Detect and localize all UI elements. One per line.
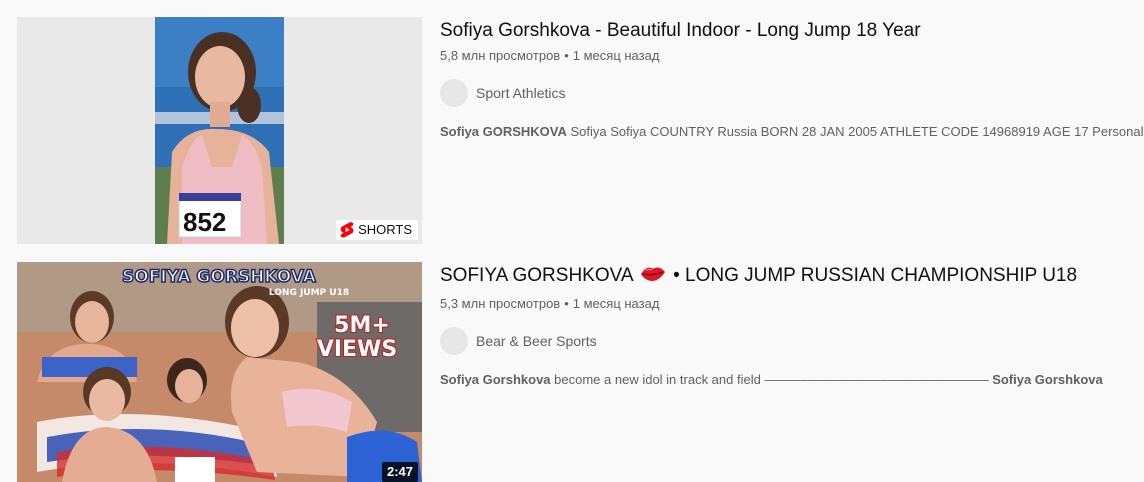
video-info-1: Sofiya Gorshkova - Beautiful Indoor - Lo… <box>440 17 1144 141</box>
channel-link-1[interactable]: Sport Athletics <box>440 79 1144 107</box>
view-count: 5,3 млн просмотров <box>440 296 561 311</box>
video-description-1: Sofiya GORSHKOVA Sofiya Sofiya COUNTRY R… <box>440 123 1144 141</box>
upload-age: 1 месяц назад <box>572 48 660 63</box>
video-title-part: SOFIYA GORSHKOVA <box>440 265 633 286</box>
lips-icon <box>640 264 666 293</box>
channel-avatar[interactable] <box>440 327 468 355</box>
video-title-part: • LONG JUMP RUSSIAN CHAMPIONSHIP U18 <box>673 265 1078 286</box>
meta-separator: • <box>564 296 569 311</box>
shorts-label: SHORTS <box>358 222 412 237</box>
thumb-views-count: 5M+ <box>334 313 390 338</box>
meta-separator: • <box>564 48 569 63</box>
desc-highlight: Sofiya GORSHKOVA <box>440 124 567 139</box>
channel-avatar[interactable] <box>440 79 468 107</box>
desc-text: become a new idol in track and field –––… <box>550 372 993 387</box>
video-description-2: Sofiya Gorshkova become a new idol in tr… <box>440 371 1144 389</box>
shorts-badge: SHORTS <box>336 220 418 240</box>
video-title-1[interactable]: Sofiya Gorshkova - Beautiful Indoor - Lo… <box>440 17 1144 45</box>
shorts-icon <box>340 222 354 238</box>
video-title-2[interactable]: SOFIYA GORSHKOVA • LONG JUMP RUSSIAN CHA… <box>440 262 1144 293</box>
channel-name[interactable]: Bear & Beer Sports <box>476 333 597 349</box>
view-count: 5,8 млн просмотров <box>440 48 561 63</box>
video-thumbnail-2[interactable]: SOFIYA GORSHKOVA LONG JUMP U18 5M+ VIEWS… <box>17 262 422 482</box>
thumb-subtitle: LONG JUMP U18 <box>269 288 349 298</box>
video-result-1: 852 SHORTS Sofiya Gorshkova - Beautiful … <box>17 17 1144 244</box>
desc-highlight: Sofiya Gorshkova <box>440 372 551 387</box>
video-meta-2: 5,3 млн просмотров • 1 месяц назад <box>440 295 1144 313</box>
desc-text: Sofiya Sofiya COUNTRY Russia BORN 28 JAN… <box>566 124 1144 139</box>
duration-badge: 2:47 <box>381 462 418 482</box>
thumb-views-label: VIEWS <box>317 337 397 362</box>
video-result-2: SOFIYA GORSHKOVA LONG JUMP U18 5M+ VIEWS… <box>17 262 1144 482</box>
thumb-title: SOFIYA GORSHKOVA <box>122 267 317 287</box>
desc-highlight: Sofiya Gorshkova <box>992 372 1103 387</box>
channel-name[interactable]: Sport Athletics <box>476 85 566 101</box>
channel-link-2[interactable]: Bear & Beer Sports <box>440 327 1144 355</box>
video-thumbnail-1[interactable]: 852 SHORTS <box>17 17 422 244</box>
bib-number: 852 <box>183 207 226 237</box>
upload-age: 1 месяц назад <box>572 296 660 311</box>
video-info-2: SOFIYA GORSHKOVA • LONG JUMP RUSSIAN CHA… <box>440 262 1144 389</box>
video-meta-1: 5,8 млн просмотров • 1 месяц назад <box>440 47 1144 65</box>
